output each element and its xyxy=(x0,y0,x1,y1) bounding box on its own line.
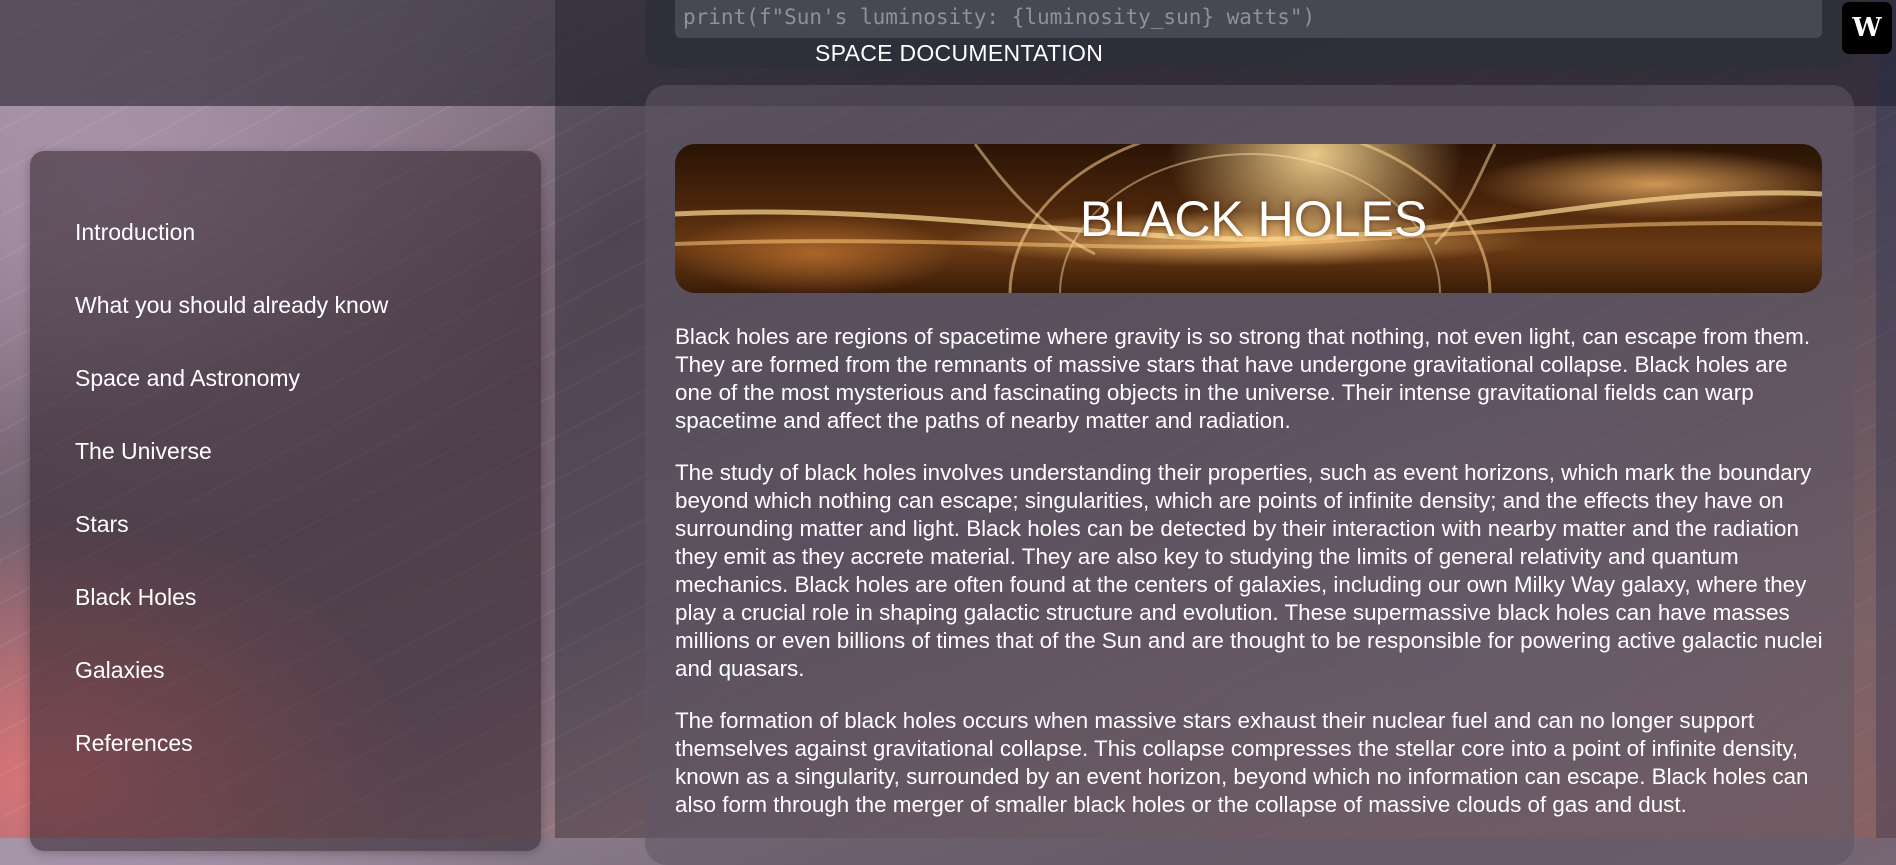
paragraph: The study of black holes involves unders… xyxy=(675,460,1823,681)
black-hole-banner-image: BLACK HOLES xyxy=(675,144,1822,293)
sidebar-nav: Introduction What you should already kno… xyxy=(30,151,541,851)
nav-item-stars[interactable]: Stars xyxy=(75,511,388,584)
code-line: print(f"Sun's luminosity: {luminosity_su… xyxy=(683,5,1316,29)
scrollbar-track[interactable] xyxy=(1876,0,1896,838)
paragraph: The formation of black holes occurs when… xyxy=(675,708,1809,817)
page-title: BLACK HOLES xyxy=(1079,190,1428,247)
nav-item-black-holes[interactable]: Black Holes xyxy=(75,584,388,657)
article-body: Black holes are regions of spacetime whe… xyxy=(675,323,1825,843)
nav-item-galaxies[interactable]: Galaxies xyxy=(75,657,388,730)
site-title: SPACE DOCUMENTATION xyxy=(815,40,1104,66)
nav-item-what-you-should-already-know[interactable]: What you should already know xyxy=(75,292,388,365)
nav-list: Introduction What you should already kno… xyxy=(75,219,388,803)
nav-item-space-and-astronomy[interactable]: Space and Astronomy xyxy=(75,365,388,438)
nav-item-introduction[interactable]: Introduction xyxy=(75,219,388,292)
w-logo-icon[interactable]: W xyxy=(1842,2,1892,54)
nav-item-the-universe[interactable]: The Universe xyxy=(75,438,388,511)
paragraph: Black holes are regions of spacetime whe… xyxy=(675,324,1811,433)
nav-item-references[interactable]: References xyxy=(75,730,388,803)
